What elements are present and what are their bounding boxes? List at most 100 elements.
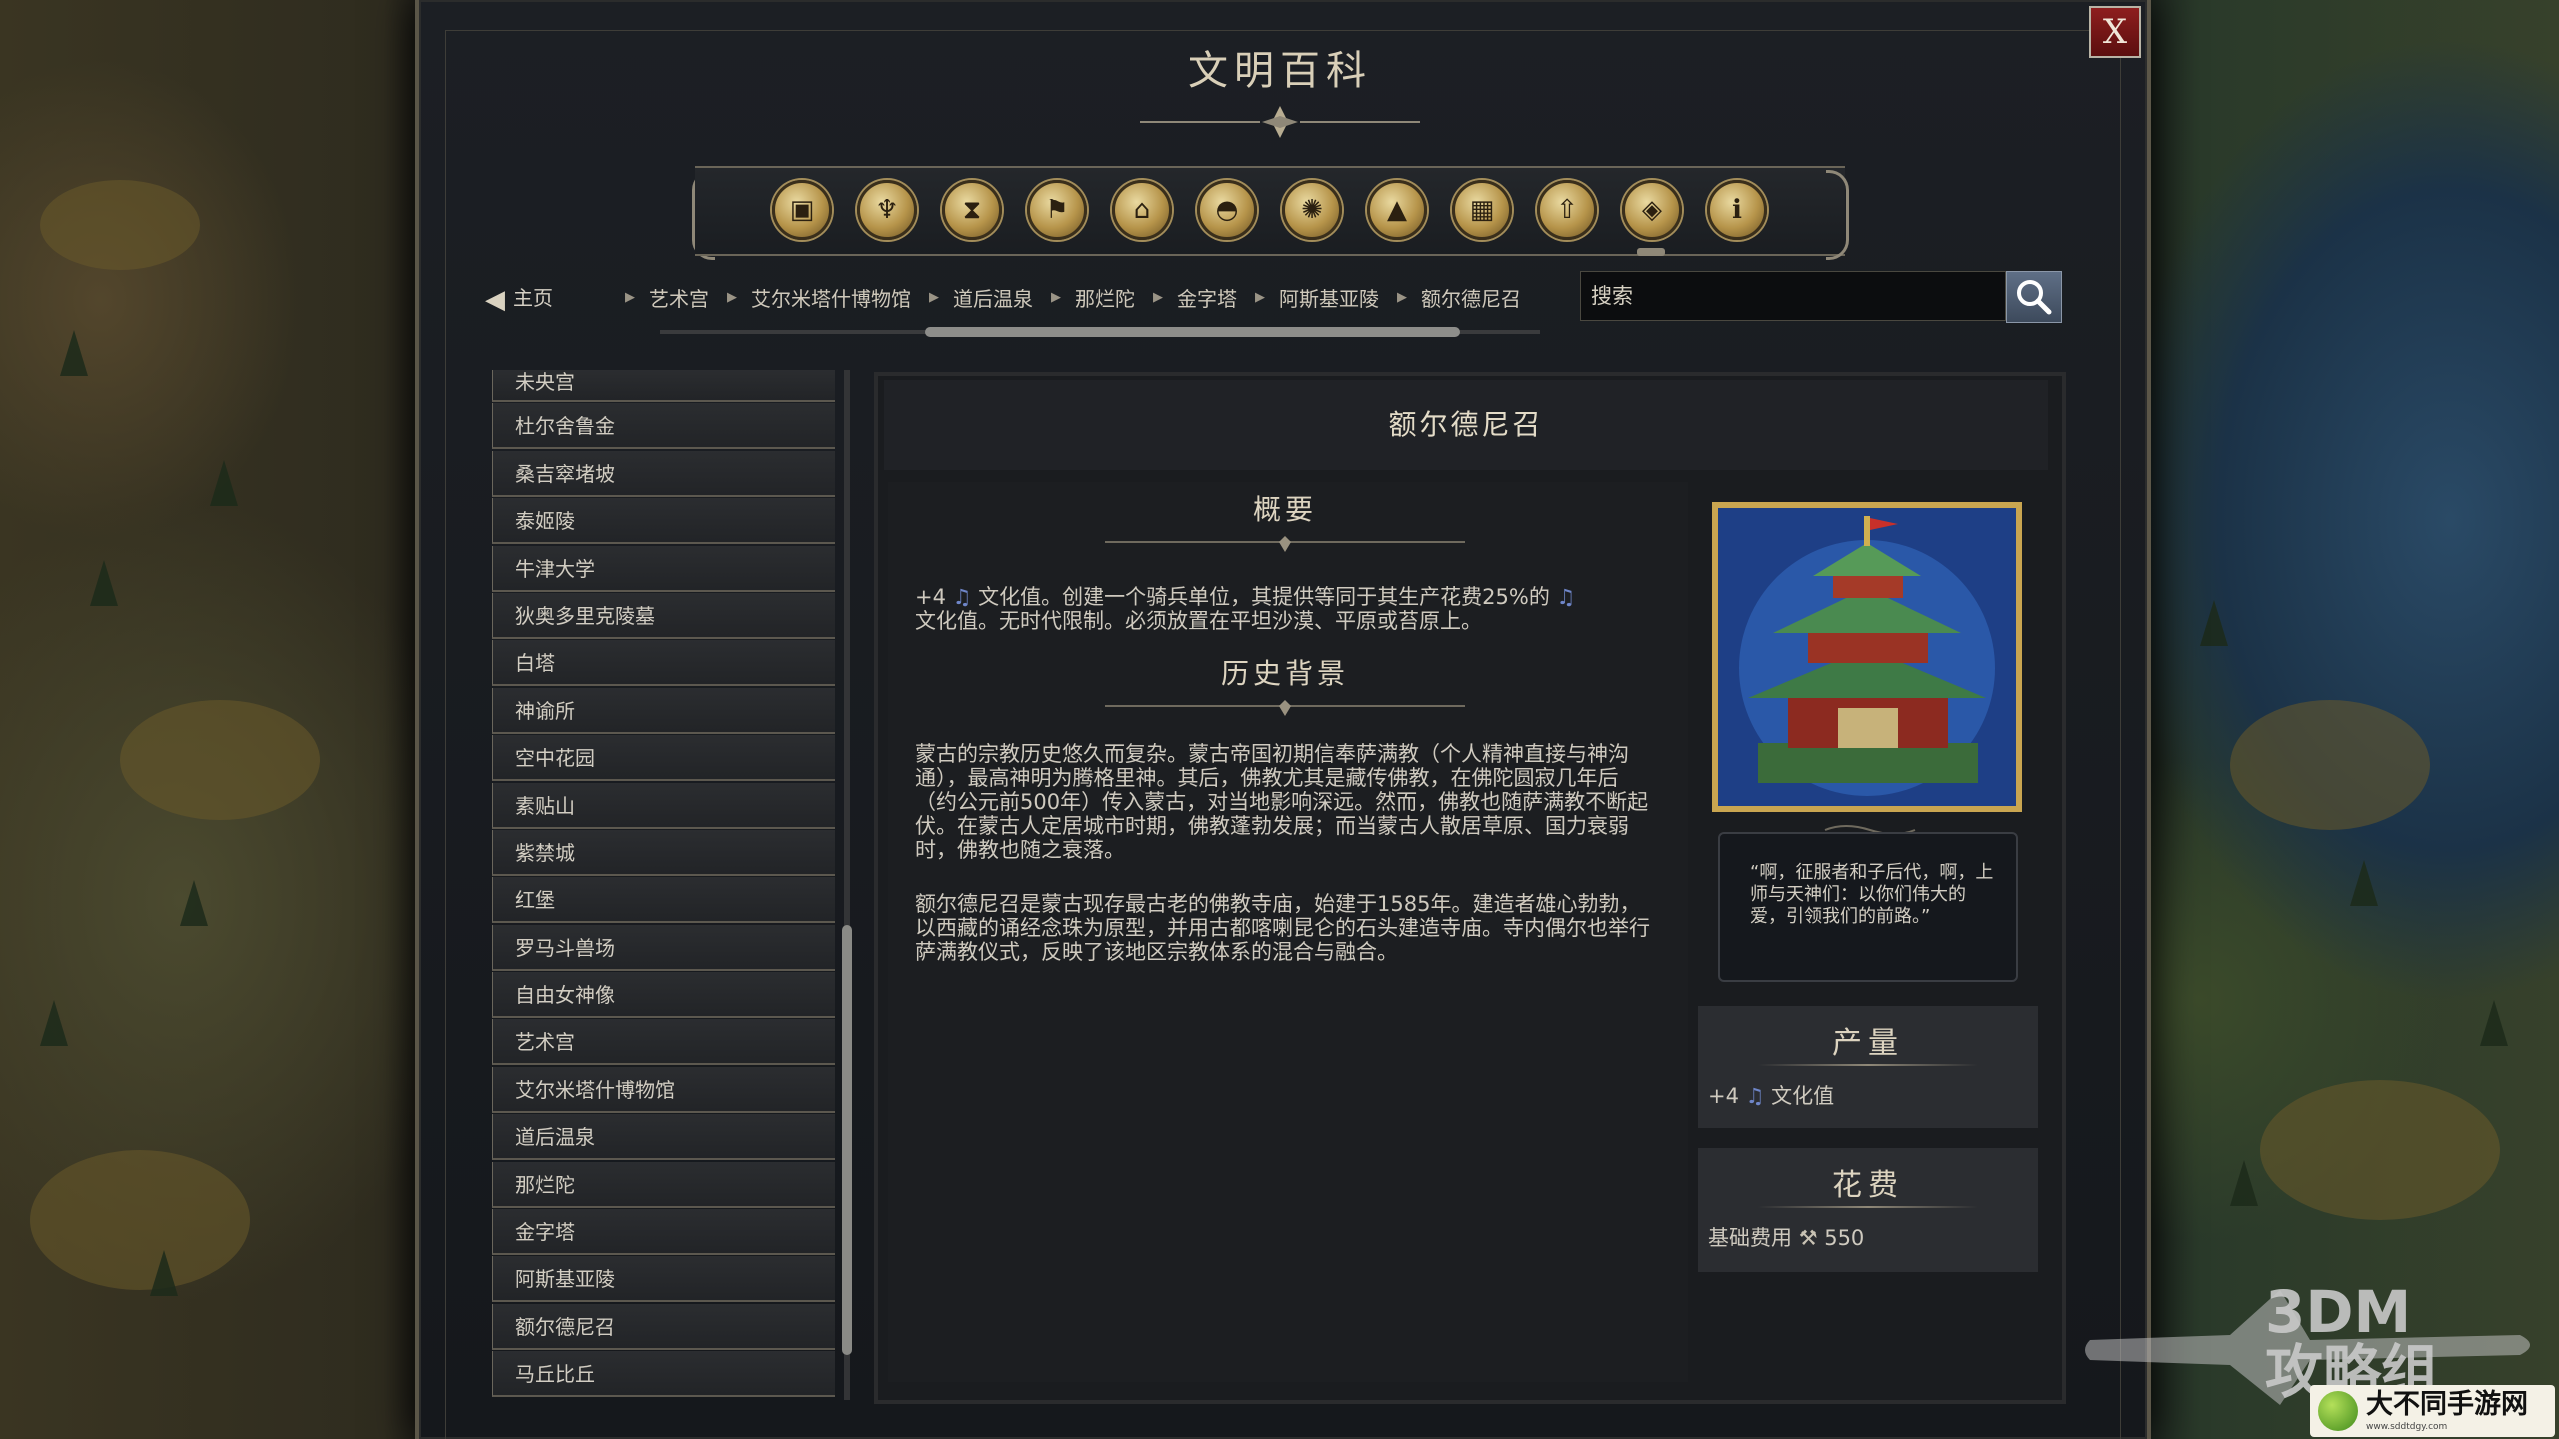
category-temple-button[interactable]: ⌂: [1112, 180, 1172, 240]
list-item[interactable]: 狄奥多里克陵墓: [492, 592, 835, 639]
list-item[interactable]: 那烂陀: [492, 1161, 835, 1208]
category-mountain-button[interactable]: ▲: [1367, 180, 1427, 240]
category-box-button[interactable]: ▣: [772, 180, 832, 240]
list-item[interactable]: 桑吉窣堵坡: [492, 450, 835, 497]
category-up-arrow-button[interactable]: ⇧: [1537, 180, 1597, 240]
chevron-right-icon: ▶: [929, 290, 939, 305]
list-item[interactable]: 红堡: [492, 877, 835, 924]
temple-illustration: [1718, 508, 2016, 806]
quote-box: “啊，征服者和子后代，啊，上师与天神们：以你们伟大的爱，引领我们的前路。”: [1718, 832, 2018, 982]
category-goblet-button[interactable]: ♆: [857, 180, 917, 240]
close-button[interactable]: X: [2089, 6, 2141, 58]
list-item[interactable]: 罗马斗兽场: [492, 924, 835, 971]
brand-watermark-text: 3DM 攻略组: [2265, 1278, 2440, 1406]
home-link[interactable]: ◀ 主页: [485, 282, 553, 315]
home-label: 主页: [513, 286, 553, 310]
search-icon: [2017, 280, 2052, 315]
list-item[interactable]: 泰姬陵: [492, 498, 835, 545]
book-icon: ◈: [1642, 195, 1662, 225]
category-atom-button[interactable]: ✺: [1282, 180, 1342, 240]
section-ornament: [1105, 700, 1465, 716]
yield-box: 产量 +4 ♫ 文化值: [1698, 1006, 2038, 1128]
list-item[interactable]: 素贴山: [492, 782, 835, 829]
breadcrumb-item[interactable]: ▶ 艺术宫: [625, 283, 727, 312]
breadcrumb-item[interactable]: ▶ 阿斯基亚陵: [1255, 283, 1397, 312]
list-scroll-thumb[interactable]: [842, 925, 852, 1355]
list-item[interactable]: 白塔: [492, 640, 835, 687]
tree-decoration: [2480, 1000, 2508, 1046]
chevron-right-icon: ▶: [1397, 290, 1407, 305]
hourglass-icon: ⧗: [962, 195, 982, 225]
overview-heading: 概要: [1252, 493, 1317, 526]
list-item[interactable]: 马丘比丘: [492, 1351, 835, 1398]
list-item[interactable]: 空中花园: [492, 735, 835, 782]
terrain-patch: [30, 1150, 250, 1290]
page-title: 文明百科: [1188, 48, 1372, 94]
chevron-right-icon: ▶: [1255, 290, 1265, 305]
info-icon: ℹ: [1732, 195, 1742, 225]
tree-decoration: [2350, 860, 2378, 906]
list-item[interactable]: 牛津大学: [492, 545, 835, 592]
list-item[interactable]: 道后温泉: [492, 1114, 835, 1161]
culture-icon: ♫: [952, 585, 972, 609]
history-paragraph: 额尔德尼召是蒙古现存最古老的佛教寺庙，始建于1585年。建造者雄心勃勃，以西藏的…: [915, 892, 1650, 964]
breadcrumb-item[interactable]: ▶ 那烂陀: [1051, 283, 1153, 312]
title-ornament: [1140, 106, 1420, 138]
list-item[interactable]: 杜尔舍鲁金: [492, 403, 835, 450]
mountain-icon: ▲: [1387, 195, 1407, 225]
breadcrumb-scroll-thumb[interactable]: [925, 327, 1460, 337]
category-book-button[interactable]: ◈: [1622, 180, 1682, 240]
category-building-button[interactable]: ▦: [1452, 180, 1512, 240]
atom-icon: ✺: [1301, 195, 1323, 225]
breadcrumb: ▶ 艺术宫 ▶ 艾尔米塔什博物馆 ▶ 道后温泉 ▶ 那烂陀 ▶ 金字塔 ▶ 阿斯基亚陵 ▶ 额…: [625, 283, 1539, 312]
category-bar-right-cap: [1826, 170, 1849, 260]
list-item[interactable]: 紫禁城: [492, 829, 835, 876]
up-arrow-icon: ⇧: [1556, 195, 1578, 225]
chevron-right-icon: ▶: [625, 290, 635, 305]
list-item[interactable]: 自由女神像: [492, 972, 835, 1019]
breadcrumb-item[interactable]: ▶ 金字塔: [1153, 283, 1255, 312]
box-icon: ▣: [789, 195, 815, 225]
list-item[interactable]: 神谕所: [492, 687, 835, 734]
tree-decoration: [2230, 1160, 2258, 1206]
tree-decoration: [180, 880, 208, 926]
list-item[interactable]: 金字塔: [492, 1209, 835, 1256]
terrain-patch: [120, 700, 320, 820]
yield-heading: 产量: [1832, 1026, 1904, 1061]
chevron-right-icon: ▶: [1051, 290, 1061, 305]
category-info-button[interactable]: ℹ: [1707, 180, 1767, 240]
history-heading: 历史背景: [1220, 657, 1349, 690]
goblet-icon: ♆: [875, 195, 899, 225]
list-item[interactable]: 额尔德尼召: [492, 1303, 835, 1350]
flag-icon: ⚑: [1045, 195, 1069, 225]
breadcrumb-item[interactable]: ▶ 道后温泉: [929, 283, 1051, 312]
category-flag-button[interactable]: ⚑: [1027, 180, 1087, 240]
tree-decoration: [40, 1000, 68, 1046]
list-item[interactable]: 艺术宫: [492, 1019, 835, 1066]
wonder-list: 未央宫 杜尔舍鲁金 桑吉窣堵坡 泰姬陵 牛津大学 狄奥多里克陵墓 白塔 神谕所 …: [492, 370, 835, 1400]
wonder-portrait: [1712, 502, 2022, 812]
overview-paragraph: +4 ♫ 文化值。创建一个骑兵单位，其提供等同于其生产花费25%的 ♫ 文化值。…: [915, 585, 1576, 633]
article-title: 额尔德尼召: [884, 380, 2048, 470]
search-input[interactable]: 搜索: [1580, 271, 2006, 321]
terrain-patch: [2230, 700, 2430, 830]
search-button[interactable]: [2006, 271, 2062, 323]
list-item[interactable]: 阿斯基亚陵: [492, 1256, 835, 1303]
tree-decoration: [60, 330, 88, 376]
list-item[interactable]: 艾尔米塔什博物馆: [492, 1066, 835, 1113]
history-paragraph: 蒙古的宗教历史悠久而复杂。蒙古帝国初期信奉萨满教（个人精神直接与神沟通），最高神…: [915, 742, 1649, 862]
tree-decoration: [210, 460, 238, 506]
breadcrumb-item[interactable]: ▶ 艾尔米塔什博物馆: [727, 283, 929, 312]
category-hourglass-button[interactable]: ⧗: [942, 180, 1002, 240]
category-dome-button[interactable]: ◓: [1197, 180, 1257, 240]
list-item[interactable]: 未央宫: [492, 370, 835, 402]
tree-decoration: [2200, 600, 2228, 646]
site-watermark: 大不同手游网 www.sddtdgy.com: [2310, 1385, 2555, 1437]
terrain-patch: [2260, 1080, 2500, 1220]
cost-row: 基础费用 ⚒ 550: [1708, 1226, 1865, 1250]
category-selection-indicator: [1637, 248, 1665, 256]
chevron-right-icon: ▶: [1153, 290, 1163, 305]
hammer-icon: ⚒: [1798, 1226, 1818, 1250]
tree-decoration: [90, 560, 118, 606]
breadcrumb-item[interactable]: ▶ 额尔德尼召: [1397, 283, 1539, 312]
